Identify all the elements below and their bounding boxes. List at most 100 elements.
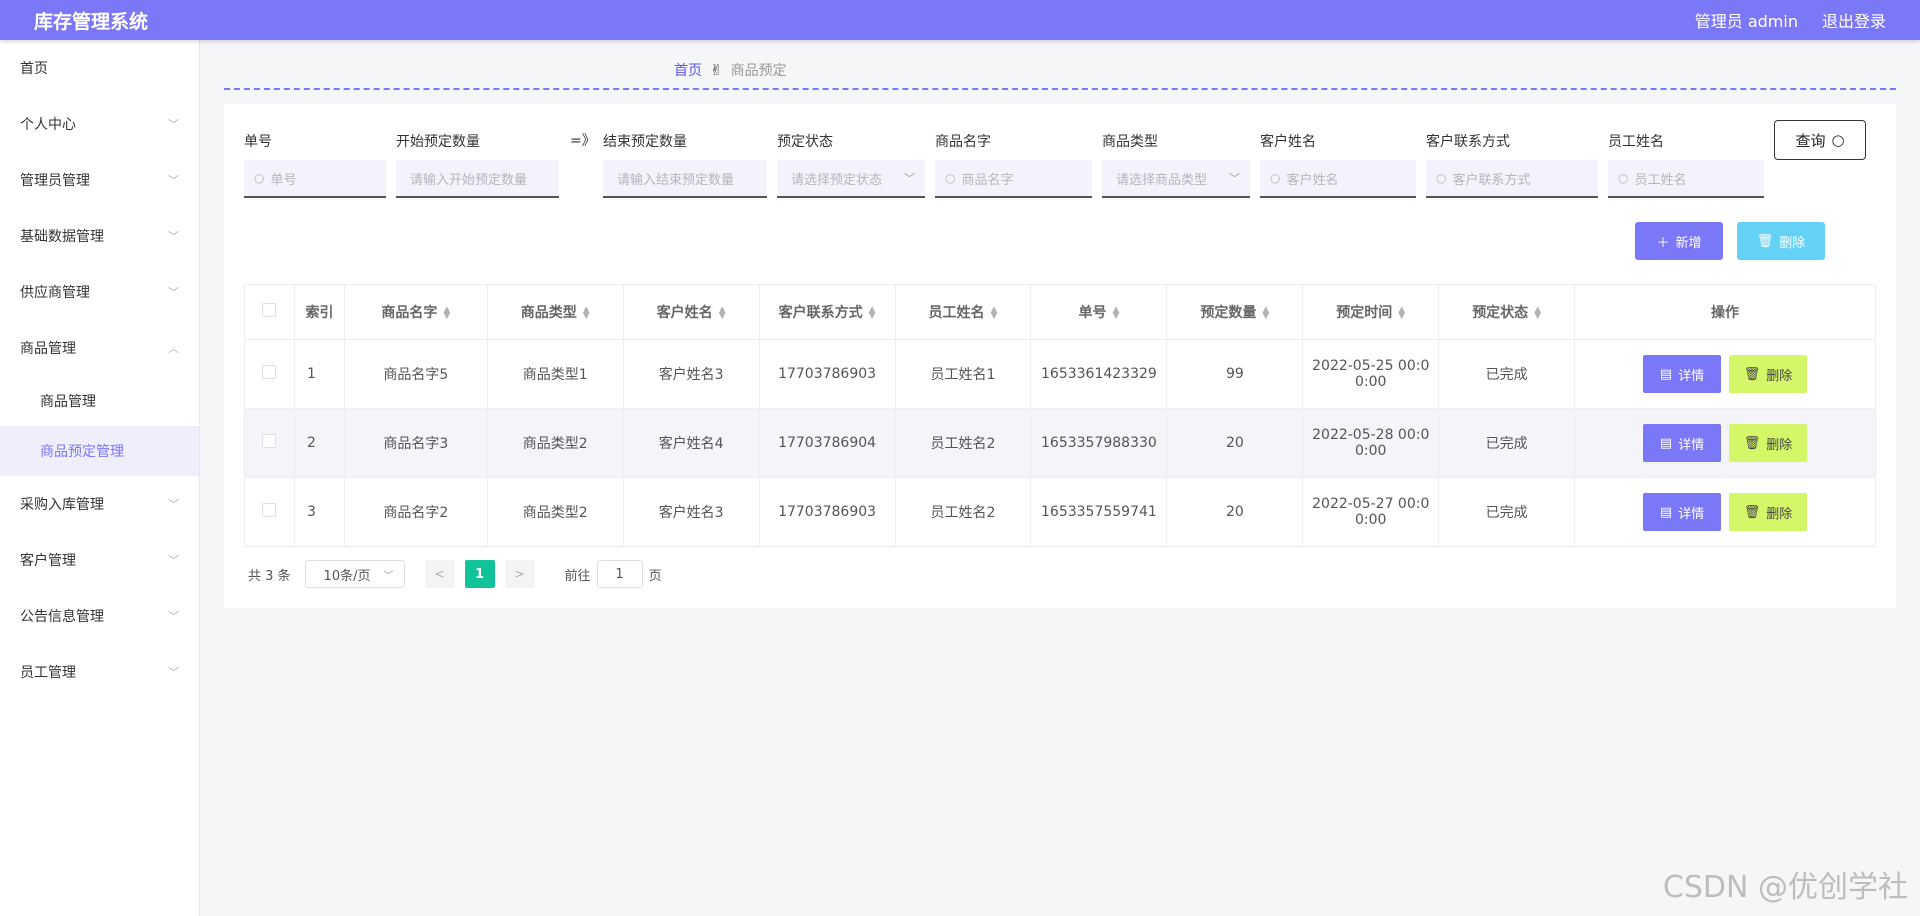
sidebar-item-admin[interactable]: 管理员管理 ﹀: [0, 152, 199, 208]
cell-status: 已完成: [1438, 339, 1576, 409]
goto-page-input[interactable]: 1: [596, 560, 643, 588]
search-icon: ○: [254, 171, 265, 185]
cell-type: 商品类型1: [486, 339, 624, 409]
staff-name-input[interactable]: ○ 员工姓名: [1608, 160, 1764, 198]
cell-status: 已完成: [1438, 408, 1576, 478]
customer-name-input[interactable]: ○ 客户姓名: [1260, 160, 1416, 198]
row-select[interactable]: [244, 339, 295, 409]
status-select[interactable]: 请选择预定状态 ﹀: [777, 160, 925, 198]
sort-icon[interactable]: ▲ ▼: [1534, 306, 1541, 321]
sort-icon[interactable]: ▲ ▼: [1262, 306, 1269, 321]
chevron-up-icon: ︿: [168, 342, 179, 355]
sidebar-item-home[interactable]: 首页: [0, 40, 199, 96]
chevron-down-icon: ﹀: [168, 230, 179, 243]
booking-table: 索引 商品名字 ▲ ▼ 商品类型 ▲ ▼ 客户姓名 ▲ ▼ 客户联系方式 ▲ ▼ 员工姓名 ▲ ▼ …: [244, 284, 1876, 547]
detail-button[interactable]: ▤ 详情: [1643, 355, 1722, 393]
sidebar-item-label: 首页: [20, 61, 48, 77]
column-header[interactable]: 客户联系方式 ▲ ▼: [758, 284, 896, 340]
select-all-checkbox[interactable]: [262, 303, 277, 317]
add-label: 新增: [1675, 235, 1702, 251]
add-button[interactable]: ＋ 新增: [1635, 222, 1723, 260]
filter-label-customer-name: 客户姓名: [1260, 134, 1316, 150]
end-qty-placeholder: 请输入结束预定数量: [617, 172, 735, 188]
column-header[interactable]: 商品类型 ▲ ▼: [486, 284, 624, 340]
cell-type: 商品类型2: [486, 408, 624, 478]
cell-actions: ▤ 详情 🗑 删除: [1574, 477, 1876, 547]
breadcrumb-home[interactable]: 首页: [674, 60, 702, 80]
delete-button[interactable]: 🗑 删除: [1729, 424, 1808, 462]
chevron-right-icon: >: [514, 567, 525, 581]
delete-button[interactable]: 🗑 删除: [1729, 355, 1808, 393]
range-separator: =》: [570, 133, 596, 149]
row-select[interactable]: [244, 408, 295, 478]
trash-icon: 🗑: [1743, 366, 1761, 382]
column-header[interactable]: 员工姓名 ▲ ▼: [894, 284, 1032, 340]
sort-icon[interactable]: ▲ ▼: [869, 306, 876, 321]
search-icon: ○: [1618, 171, 1629, 185]
logout-link[interactable]: 退出登录: [1822, 8, 1886, 32]
row-checkbox[interactable]: [262, 503, 277, 517]
chevron-down-icon: ﹀: [168, 118, 179, 131]
watermark: CSDN @优创学社: [1662, 870, 1908, 905]
order-no-input[interactable]: ○ 单号: [244, 160, 386, 198]
sort-icon[interactable]: ▲ ▼: [1112, 306, 1119, 321]
delete-button[interactable]: 🗑 删除: [1729, 493, 1808, 531]
sidebar-subitem-product-manage[interactable]: 商品管理: [0, 376, 199, 426]
sidebar-item-notice[interactable]: 公告信息管理 ﹀: [0, 588, 199, 644]
sort-icon[interactable]: ▲ ▼: [719, 306, 726, 321]
search-icon: ○: [1270, 171, 1281, 185]
next-page-button[interactable]: >: [504, 560, 535, 588]
cell-qty: 99: [1166, 339, 1304, 409]
header-select-all[interactable]: [244, 284, 295, 340]
breadcrumb: 首页 ✌ 商品预定: [674, 60, 787, 80]
sidebar-item-label: 供应商管理: [20, 285, 90, 301]
cell-customer: 客户姓名4: [622, 408, 760, 478]
column-header[interactable]: 预定时间 ▲ ▼: [1302, 284, 1440, 340]
sort-icon[interactable]: ▲ ▼: [583, 306, 590, 321]
query-button[interactable]: 查询 ○: [1774, 120, 1866, 160]
current-user[interactable]: 管理员 admin: [1695, 8, 1798, 32]
row-checkbox[interactable]: [262, 365, 277, 379]
column-header[interactable]: 单号 ▲ ▼: [1030, 284, 1168, 340]
cell-phone: 17703786903: [758, 339, 896, 409]
total-count: 共 3 条: [248, 568, 291, 584]
trash-icon: 🗑: [1743, 504, 1761, 520]
document-icon: ▤: [1659, 435, 1673, 451]
cell-phone: 17703786903: [758, 477, 896, 547]
sidebar-item-base-data[interactable]: 基础数据管理 ﹀: [0, 208, 199, 264]
sidebar-item-profile[interactable]: 个人中心 ﹀: [0, 96, 199, 152]
goto-label: 前往: [564, 568, 591, 584]
order-no-placeholder: 单号: [270, 172, 297, 188]
customer-phone-input[interactable]: ○ 客户联系方式: [1426, 160, 1598, 198]
filter-label-product-name: 商品名字: [935, 134, 991, 150]
sidebar-item-product[interactable]: 商品管理 ︿: [0, 320, 199, 376]
sidebar-subitem-product-booking[interactable]: 商品预定管理: [0, 426, 199, 476]
prev-page-button[interactable]: <: [424, 560, 455, 588]
chevron-down-icon: ﹀: [168, 498, 179, 511]
column-header[interactable]: 预定状态 ▲ ▼: [1438, 284, 1576, 340]
page-size-select[interactable]: 10条/页 ﹀: [304, 560, 405, 588]
end-qty-input[interactable]: 请输入结束预定数量: [603, 160, 767, 198]
start-qty-input[interactable]: 请输入开始预定数量: [396, 160, 559, 198]
batch-delete-button[interactable]: 🗑 删除: [1737, 222, 1825, 260]
row-select[interactable]: [244, 477, 295, 547]
sort-icon[interactable]: ▲ ▼: [443, 306, 450, 321]
column-header[interactable]: 预定数量 ▲ ▼: [1166, 284, 1304, 340]
product-type-select[interactable]: 请选择商品类型 ﹀: [1102, 160, 1250, 198]
sort-icon[interactable]: ▲ ▼: [991, 306, 998, 321]
page-number-current[interactable]: 1: [464, 560, 495, 588]
sidebar-item-staff[interactable]: 员工管理 ﹀: [0, 644, 199, 700]
top-bar: 库存管理系统 管理员 admin 退出登录: [0, 0, 1920, 40]
column-header[interactable]: 商品名字 ▲ ▼: [343, 284, 488, 340]
sidebar-item-purchase[interactable]: 采购入库管理 ﹀: [0, 476, 199, 532]
sidebar-item-customer[interactable]: 客户管理 ﹀: [0, 532, 199, 588]
product-name-input[interactable]: ○ 商品名字: [935, 160, 1092, 198]
cell-index: 2: [293, 408, 345, 478]
chevron-down-icon: ﹀: [168, 286, 179, 299]
sidebar-item-supplier[interactable]: 供应商管理 ﹀: [0, 264, 199, 320]
detail-button[interactable]: ▤ 详情: [1643, 424, 1722, 462]
detail-button[interactable]: ▤ 详情: [1643, 493, 1722, 531]
row-checkbox[interactable]: [262, 434, 277, 448]
column-header[interactable]: 客户姓名 ▲ ▼: [622, 284, 760, 340]
sort-icon[interactable]: ▲ ▼: [1398, 306, 1405, 321]
